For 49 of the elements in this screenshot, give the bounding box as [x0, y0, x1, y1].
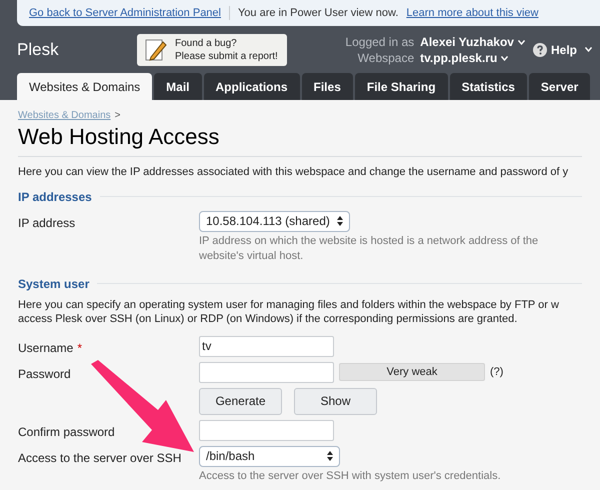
notice-text: You are in Power User view now. — [238, 6, 398, 21]
tab[interactable]: Applications — [204, 73, 300, 100]
webspace-menu[interactable]: tv.pp.plesk.ru — [420, 50, 525, 66]
field-label: Username — [18, 340, 74, 356]
tab[interactable]: Websites & Domains — [17, 73, 152, 100]
up-down-arrow-icon — [327, 451, 333, 461]
select-field[interactable]: /bin/bash — [199, 446, 340, 466]
tab[interactable]: Files — [302, 73, 353, 100]
page-title: Web Hosting Access — [18, 123, 582, 157]
password-strength-meter: Very weak — [339, 363, 485, 381]
user-menu[interactable]: Alexei Yuzhakov — [420, 34, 525, 50]
required-mark: * — [77, 340, 82, 356]
section-description: Here you can specify an operating system user for managing files and folders within the webspace by FTP or w access Plesk over SSH (on Linux) or RDP (on Windows) if the corresponding permissions are granted. — [18, 298, 560, 326]
tab[interactable]: Mail — [154, 73, 202, 100]
section-heading: System user — [18, 276, 90, 292]
caret-icon — [518, 40, 525, 45]
tab[interactable]: Server — [528, 73, 590, 100]
field-label: IP address — [18, 214, 76, 232]
caret-icon — [501, 56, 508, 61]
account-label: Logged in as — [345, 34, 414, 50]
field-label: Password — [18, 366, 71, 382]
field-hint: IP address on which the website is hosted is a network address of the website's virtual host. — [199, 234, 539, 264]
text-input[interactable] — [199, 420, 334, 440]
bug-line: Found a bug? — [175, 36, 238, 50]
field-label: Confirm password — [18, 424, 115, 440]
back-link[interactable]: Go back to Server Administration Panel — [29, 4, 221, 22]
logo: Plesk — [17, 38, 60, 61]
caret-icon — [585, 47, 592, 52]
tab[interactable]: Statistics — [450, 73, 527, 100]
help-mark[interactable]: (?) — [490, 364, 504, 380]
intro-text: Here you can view the IP addresses associated with this webspace and change the username and password of y — [18, 165, 570, 180]
password-input[interactable] — [199, 362, 334, 382]
account-label: Webspace — [356, 50, 414, 66]
tab[interactable]: File Sharing — [354, 73, 448, 100]
section-heading: IP addresses — [18, 188, 92, 206]
pencil-note-icon — [145, 38, 167, 62]
learn-more-link[interactable]: Learn more about this view — [406, 4, 538, 22]
field-hint: Access to the server over SSH with system user's credentials. — [199, 468, 502, 484]
bug-report-button[interactable]: Found a bug? Please submit a report! — [137, 34, 287, 66]
help-icon — [532, 42, 547, 56]
up-down-arrow-icon — [337, 216, 343, 226]
select-field[interactable]: 10.58.104.113 (shared) — [199, 210, 350, 232]
form-button[interactable]: Generate — [199, 388, 282, 414]
text-input[interactable]: tv — [199, 336, 334, 356]
form-button[interactable]: Show — [294, 388, 377, 414]
help-menu[interactable]: Help — [532, 40, 592, 58]
bug-line: Please submit a report! — [175, 50, 278, 62]
field-label: Access to the server over SSH — [18, 450, 182, 466]
breadcrumb-separator: > — [114, 109, 120, 123]
